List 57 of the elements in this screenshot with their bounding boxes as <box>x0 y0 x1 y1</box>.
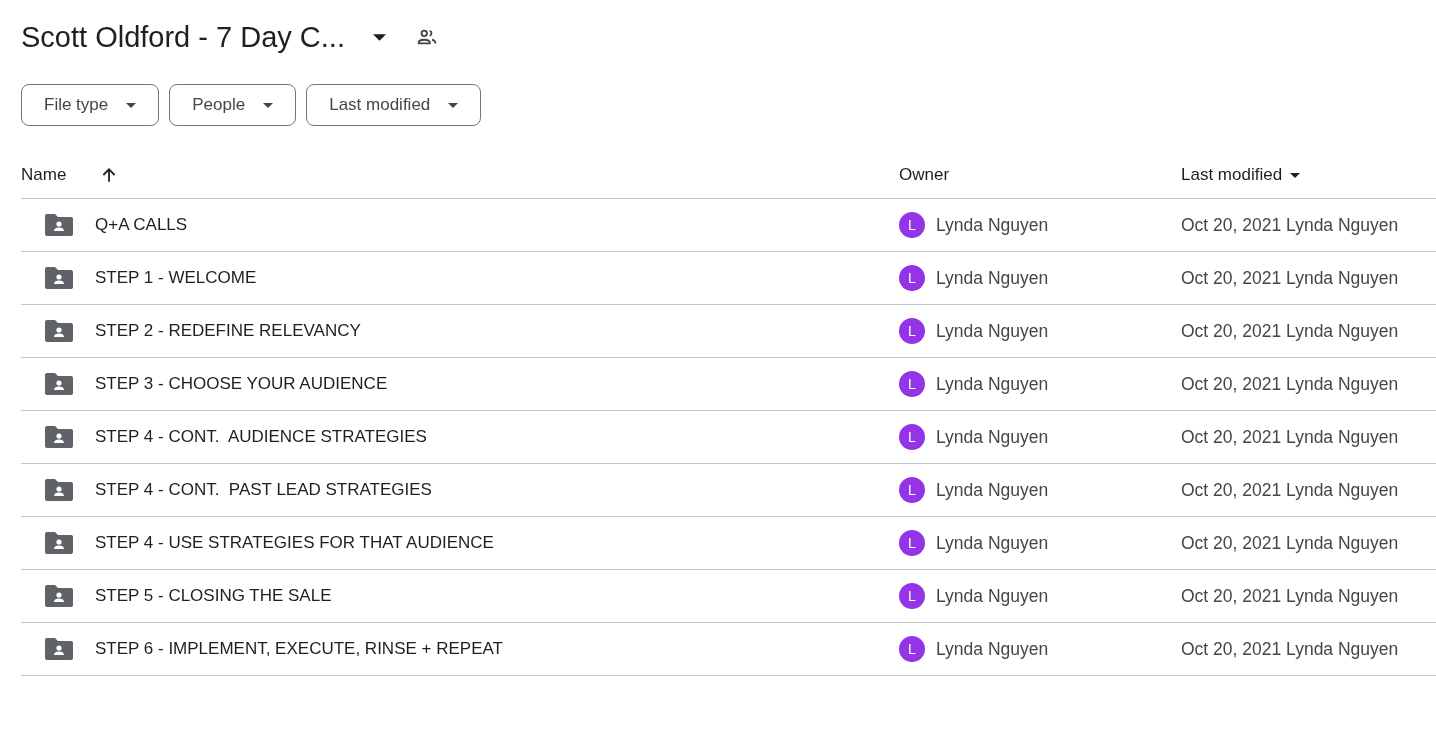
avatar: L <box>899 424 925 450</box>
caret-icon <box>126 102 137 108</box>
owner-name: Lynda Nguyen <box>936 373 1049 395</box>
owner-name: Lynda Nguyen <box>936 638 1049 660</box>
filter-chip[interactable]: File type <box>21 84 160 126</box>
folder-name[interactable]: STEP 2 - REDEFINE RELEVANCY <box>95 321 361 341</box>
folder-name[interactable]: STEP 5 - CLOSING THE SALE <box>95 586 332 606</box>
shared-folder-icon <box>45 320 73 342</box>
owner-name: Lynda Nguyen <box>936 426 1049 448</box>
modified-date: Oct 20, 2021 Lynda Nguyen <box>1181 585 1399 607</box>
folder-name[interactable]: STEP 6 - IMPLEMENT, EXECUTE, RINSE + REPEAT <box>95 639 503 659</box>
owner-name: Lynda Nguyen <box>936 479 1049 501</box>
modified-date: Oct 20, 2021 Lynda Nguyen <box>1181 479 1399 501</box>
shared-folder-icon <box>45 373 73 395</box>
shared-folder-icon <box>45 479 73 501</box>
caret-icon <box>263 102 274 108</box>
owner-name: Lynda Nguyen <box>936 585 1049 607</box>
owner-name: Lynda Nguyen <box>936 214 1049 236</box>
folder-name[interactable]: STEP 4 - CONT. AUDIENCE STRATEGIES <box>95 427 427 447</box>
column-header[interactable]: Owner <box>899 165 950 185</box>
filter-chip[interactable]: People <box>169 84 297 126</box>
column-header[interactable]: Name <box>21 165 67 185</box>
folder-name[interactable]: STEP 1 - WELCOME <box>95 268 257 288</box>
filter-chip[interactable]: Last modified <box>306 84 482 126</box>
modified-date: Oct 20, 2021 Lynda Nguyen <box>1181 638 1399 660</box>
shared-folder-icon <box>45 267 73 289</box>
folder-title: Scott Oldford - 7 Day C... <box>21 20 345 54</box>
modified-date: Oct 20, 2021 Lynda Nguyen <box>1181 267 1399 289</box>
caret-icon[interactable] <box>372 33 386 41</box>
owner-name: Lynda Nguyen <box>936 320 1049 342</box>
folder-name[interactable]: STEP 4 - CONT. PAST LEAD STRATEGIES <box>95 480 432 500</box>
modified-date: Oct 20, 2021 Lynda Nguyen <box>1181 214 1399 236</box>
shared-folder-icon <box>45 585 73 607</box>
avatar: L <box>899 530 925 556</box>
avatar: L <box>899 212 925 238</box>
modified-date: Oct 20, 2021 Lynda Nguyen <box>1181 426 1399 448</box>
modified-date: Oct 20, 2021 Lynda Nguyen <box>1181 320 1399 342</box>
folder-name[interactable]: STEP 4 - USE STRATEGIES FOR THAT AUDIENCE <box>95 533 494 553</box>
avatar: L <box>899 583 925 609</box>
caret-icon[interactable] <box>1290 172 1301 178</box>
avatar: L <box>899 636 925 662</box>
avatar: L <box>899 318 925 344</box>
column-header[interactable]: Last modified <box>1181 165 1283 185</box>
owner-name: Lynda Nguyen <box>936 267 1049 289</box>
folder-name[interactable]: Q+A CALLS <box>95 215 188 235</box>
shared-folder-icon <box>45 214 73 236</box>
shared-folder-icon <box>45 532 73 554</box>
folder-name[interactable]: STEP 3 - CHOOSE YOUR AUDIENCE <box>95 374 388 394</box>
avatar: L <box>899 371 925 397</box>
caret-icon <box>448 102 459 108</box>
owner-name: Lynda Nguyen <box>936 532 1049 554</box>
shared-folder-icon <box>45 638 73 660</box>
modified-date: Oct 20, 2021 Lynda Nguyen <box>1181 532 1399 554</box>
modified-date: Oct 20, 2021 Lynda Nguyen <box>1181 373 1399 395</box>
avatar: L <box>899 265 925 291</box>
shared-folder-icon <box>45 426 73 448</box>
avatar: L <box>899 477 925 503</box>
